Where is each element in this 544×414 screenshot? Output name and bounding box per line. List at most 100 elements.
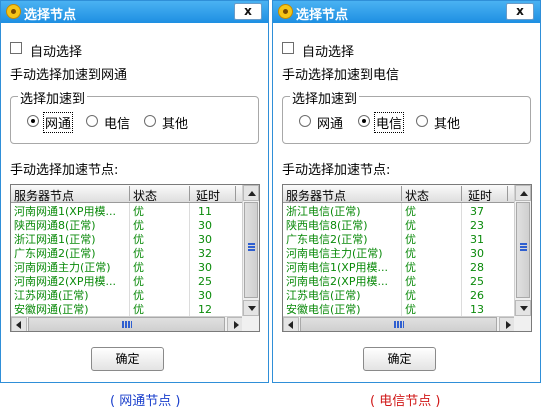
column-header-status[interactable]: 状态 <box>405 187 429 204</box>
scroll-right-icon[interactable] <box>499 317 515 331</box>
table-row[interactable]: 河南电信2(XP用模... 优 25 <box>283 275 515 288</box>
column-header-status[interactable]: 状态 <box>133 187 157 204</box>
node-status: 优 <box>405 219 416 232</box>
node-status: 优 <box>405 275 416 288</box>
node-delay: 30 <box>198 289 212 302</box>
node-name: 河南网通主力(正常) <box>14 261 111 274</box>
table-row[interactable]: 江苏电信(正常) 优 26 <box>283 289 515 302</box>
title-bar[interactable]: 选择节点 x <box>1 1 268 23</box>
vertical-scroll-thumb[interactable] <box>244 202 258 298</box>
node-status: 优 <box>133 261 144 274</box>
table-row[interactable]: 陕西网通8(正常) 优 30 <box>11 219 243 232</box>
scroll-up-icon[interactable] <box>243 185 259 201</box>
horizontal-scrollbar[interactable] <box>11 316 243 331</box>
node-delay: 30 <box>198 219 212 232</box>
node-name: 浙江网通1(正常) <box>14 233 96 246</box>
scroll-down-icon[interactable] <box>243 300 259 316</box>
node-status: 优 <box>405 247 416 260</box>
column-header-node[interactable]: 服务器节点 <box>14 187 74 204</box>
manual-accel-text: 手动选择加速到电信 <box>282 68 400 83</box>
nodes-label: 手动选择加速节点: <box>282 163 391 178</box>
caption-cnc-nodes: ( 网通节点 ) <box>110 394 181 409</box>
node-name: 广东网通2(正常) <box>14 247 96 260</box>
node-delay: 31 <box>470 233 484 246</box>
node-name: 安徽电信(正常) <box>286 303 361 316</box>
table-row[interactable]: 江苏网通(正常) 优 30 <box>11 289 243 302</box>
radio-button[interactable] <box>299 115 311 127</box>
node-status: 优 <box>405 205 416 218</box>
auto-select-checkbox[interactable] <box>282 42 294 54</box>
server-node-list[interactable]: 服务器节点 状态 延时 浙江电信(正常) 优 37 陕西电信8(正常) 优 23… <box>282 184 532 332</box>
table-row[interactable]: 河南电信1(XP用模... 优 28 <box>283 261 515 274</box>
scrollbar-corner <box>514 316 531 331</box>
node-delay: 37 <box>470 205 484 218</box>
server-node-list[interactable]: 服务器节点 状态 延时 河南网通1(XP用模... 优 11 陕西网通8(正常)… <box>10 184 260 332</box>
horizontal-scrollbar[interactable] <box>283 316 515 331</box>
radio-label: 网通 <box>317 117 344 132</box>
radio-button[interactable] <box>27 115 39 127</box>
manual-accel-text: 手动选择加速到网通 <box>10 68 128 83</box>
close-button[interactable]: x <box>234 3 262 20</box>
node-status: 优 <box>133 289 144 302</box>
list-header: 服务器节点 状态 延时 <box>11 185 243 203</box>
table-row[interactable]: 广东电信2(正常) 优 31 <box>283 233 515 246</box>
table-row[interactable]: 陕西电信8(正常) 优 23 <box>283 219 515 232</box>
title-bar[interactable]: 选择节点 x <box>273 1 540 23</box>
table-row[interactable]: 浙江网通1(正常) 优 30 <box>11 233 243 246</box>
radio-button[interactable] <box>416 115 428 127</box>
vertical-scrollbar[interactable] <box>514 185 531 316</box>
scroll-left-icon[interactable] <box>283 317 299 331</box>
node-delay: 11 <box>198 205 212 218</box>
group-title: 选择加速到 <box>290 88 360 107</box>
node-delay: 13 <box>470 303 484 316</box>
node-delay: 25 <box>198 275 212 288</box>
horizontal-scroll-thumb[interactable] <box>28 317 225 331</box>
ok-button[interactable]: 确定 <box>91 347 164 371</box>
table-row[interactable]: 广东网通2(正常) 优 32 <box>11 247 243 260</box>
table-row[interactable]: 浙江电信(正常) 优 37 <box>283 205 515 218</box>
node-name: 江苏电信(正常) <box>286 289 361 302</box>
node-status: 优 <box>133 205 144 218</box>
node-select-dialog-cnc: 选择节点 x 自动选择 手动选择加速到网通 选择加速到 网通 电信 其他 手动选… <box>0 0 269 383</box>
table-row[interactable]: 安徽网通(正常) 优 12 <box>11 303 243 316</box>
scroll-up-icon[interactable] <box>515 185 531 201</box>
list-header: 服务器节点 状态 延时 <box>283 185 515 203</box>
accel-target-group: 选择加速到 网通 电信 其他 <box>282 88 531 144</box>
table-row[interactable]: 安徽电信(正常) 优 13 <box>283 303 515 316</box>
column-header-delay[interactable]: 延时 <box>196 187 220 204</box>
radio-label: 电信 <box>104 117 131 132</box>
table-row[interactable]: 河南网通2(XP用模... 优 25 <box>11 275 243 288</box>
column-header-node[interactable]: 服务器节点 <box>286 187 346 204</box>
scrollbar-corner <box>242 316 259 331</box>
scroll-right-icon[interactable] <box>227 317 243 331</box>
node-status: 优 <box>133 233 144 246</box>
radio-label: 网通 <box>42 112 74 133</box>
node-name: 浙江电信(正常) <box>286 205 361 218</box>
auto-select-checkbox[interactable] <box>10 42 22 54</box>
node-name: 河南网通2(XP用模... <box>14 275 116 288</box>
app-icon <box>278 4 293 19</box>
radio-button[interactable] <box>86 115 98 127</box>
node-status: 优 <box>405 233 416 246</box>
vertical-scroll-thumb[interactable] <box>516 202 530 298</box>
node-select-dialog-telecom: 选择节点 x 自动选择 手动选择加速到电信 选择加速到 网通 电信 其他 手动选… <box>272 0 541 383</box>
node-name: 安徽网通(正常) <box>14 303 89 316</box>
ok-button[interactable]: 确定 <box>363 347 436 371</box>
node-delay: 12 <box>198 303 212 316</box>
vertical-scrollbar[interactable] <box>242 185 259 316</box>
radio-button[interactable] <box>144 115 156 127</box>
table-row[interactable]: 河南网通主力(正常) 优 30 <box>11 261 243 274</box>
scroll-left-icon[interactable] <box>11 317 27 331</box>
node-name: 河南网通1(XP用模... <box>14 205 116 218</box>
table-row[interactable]: 河南电信主力(正常) 优 30 <box>283 247 515 260</box>
node-delay: 23 <box>470 219 484 232</box>
close-button[interactable]: x <box>506 3 534 20</box>
table-row[interactable]: 河南网通1(XP用模... 优 11 <box>11 205 243 218</box>
column-header-delay[interactable]: 延时 <box>468 187 492 204</box>
radio-button[interactable] <box>358 115 370 127</box>
scroll-down-icon[interactable] <box>515 300 531 316</box>
horizontal-scroll-thumb[interactable] <box>300 317 497 331</box>
node-delay: 25 <box>470 275 484 288</box>
node-delay: 26 <box>470 289 484 302</box>
radio-label: 其他 <box>162 117 189 132</box>
